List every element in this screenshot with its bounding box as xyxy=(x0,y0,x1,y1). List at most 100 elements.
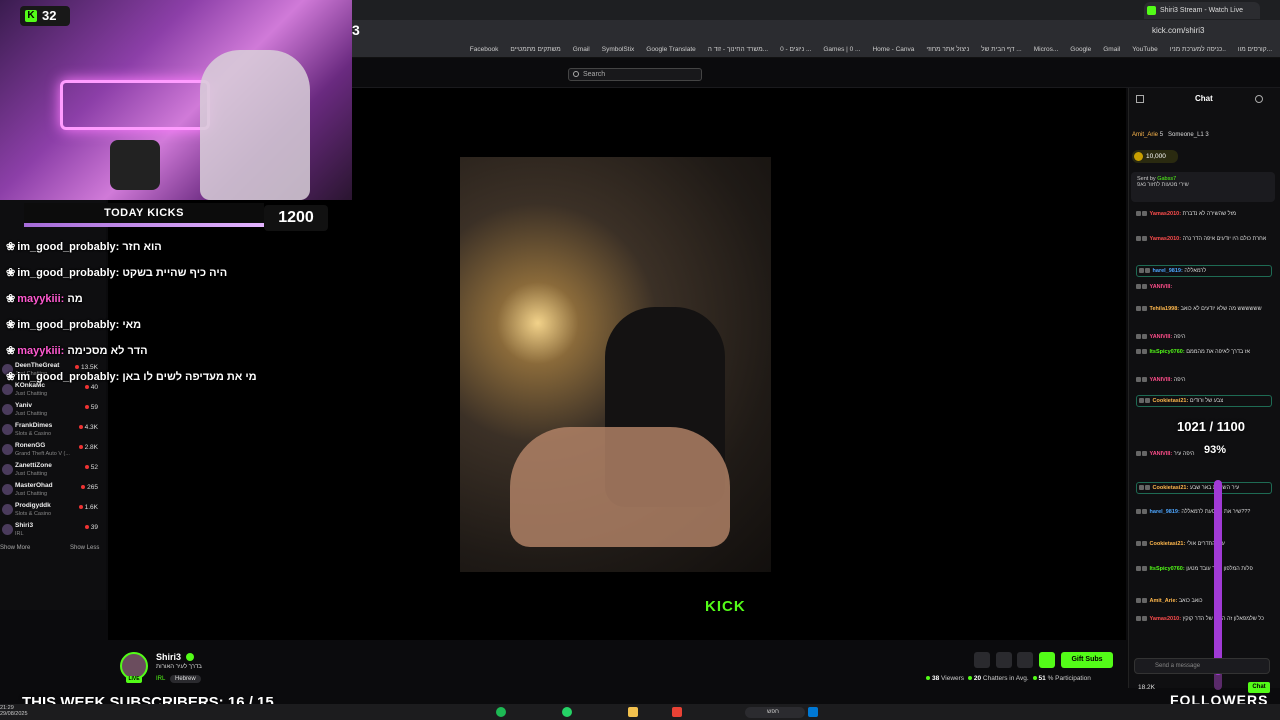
mod-badge-icon xyxy=(1136,541,1141,547)
sidebar-channel[interactable]: Prodigyddk Slots & Casino 1.6K xyxy=(0,502,106,522)
bookmark-item[interactable]: קורסים מוו... xyxy=(1238,42,1272,57)
chat-message[interactable]: YANIVIII: xyxy=(1136,283,1272,291)
chat-username[interactable]: Yamas2010: xyxy=(1150,236,1182,242)
chrome-icon[interactable] xyxy=(672,707,682,717)
language-tag[interactable]: Hebrew xyxy=(170,675,201,683)
plus-icon[interactable] xyxy=(1039,652,1055,668)
chat-username[interactable]: Cookietasi21: xyxy=(1153,398,1189,404)
bookmark-item[interactable]: SymbolStix xyxy=(602,42,635,57)
heart-icon[interactable] xyxy=(1017,652,1033,668)
chat-message[interactable]: ItsSpicy0760: פלות המלפון שלך עובד מטען xyxy=(1136,565,1272,573)
pinned-message[interactable]: Sent by Gabss7 שירי מטעות לחזור נאפ xyxy=(1131,172,1275,202)
chat-text: אז בדרך לאיפה את מהממם xyxy=(1186,349,1250,355)
sidebar-channel[interactable]: KOnkaMc Just Chatting 40 xyxy=(0,382,106,402)
chat-input[interactable]: Send a message xyxy=(1134,658,1270,674)
bookmark-item[interactable]: Micros... xyxy=(1034,42,1059,57)
collapse-chat-icon[interactable] xyxy=(1136,95,1144,103)
windows-start-icon[interactable] xyxy=(808,707,818,717)
chat-message[interactable]: Cookietasi21: צבע של ורודים xyxy=(1136,395,1272,407)
spotify-icon[interactable] xyxy=(496,707,506,717)
bookmark-item[interactable]: Games | 0 ... xyxy=(823,42,860,57)
chat-username: im_good_probably: xyxy=(17,241,120,253)
chat-message[interactable]: Cookietasi21: עיר החדרים אולי xyxy=(1136,540,1272,548)
sidebar-channel[interactable]: ZanettiZone Just Chatting 52 xyxy=(0,462,106,482)
chat-settings-icon[interactable] xyxy=(1255,95,1263,103)
chat-message[interactable]: Cookietasi21: עיר השורות באר שבע xyxy=(1136,482,1272,494)
chat-username[interactable]: Amit_Arie: xyxy=(1150,598,1178,604)
bookmark-item[interactable]: דף הבית של ... xyxy=(981,42,1022,57)
chat-text: מאי xyxy=(122,319,142,331)
channel-category: Just Chatting xyxy=(15,491,48,497)
chat-username[interactable]: harel_9819: xyxy=(1150,509,1180,515)
stream-video[interactable] xyxy=(460,157,771,572)
chat-username[interactable]: Tehila1998: xyxy=(1150,306,1180,312)
channel-name[interactable]: Shiri3 xyxy=(156,652,181,662)
bookmark-item[interactable]: YouTube xyxy=(1132,42,1158,57)
bookmark-item[interactable]: כניסה למערכת מניו.. xyxy=(1170,42,1226,57)
chat-username[interactable]: Yamas2010: xyxy=(1150,616,1182,622)
channel-name: Yaniv xyxy=(15,402,32,409)
bookmark-item[interactable]: ניצול אתר מחוזי xyxy=(926,42,969,57)
chat-text: היפה עיר xyxy=(1173,451,1195,457)
bookmark-item[interactable]: Google xyxy=(1070,42,1091,57)
sidebar-channel[interactable]: RonenGG Grand Theft Auto V (... 2.8K xyxy=(0,442,106,462)
show-less-link[interactable]: Show Less xyxy=(70,545,99,551)
address-bar[interactable] xyxy=(350,20,1280,42)
chat-username[interactable]: YANIVIII: xyxy=(1150,377,1173,383)
chat-message[interactable]: Yamas2010: אחרת כולם היו יודעים איפה הדר… xyxy=(1136,235,1272,243)
chat-message[interactable]: Yamas2010: מזל שהשירה לא נדברת xyxy=(1136,210,1272,218)
bookmark-item[interactable]: ניוגים - 0 ... xyxy=(780,42,811,57)
gifter-name[interactable]: Someone_L1 xyxy=(1168,132,1204,138)
bookmark-item[interactable]: Gmail xyxy=(573,42,590,57)
chat-message[interactable]: harel_9819: לרמאללה xyxy=(1136,265,1272,277)
chat-message[interactable]: ItsSpicy0760: אז בדרך לאיפה את מהממם xyxy=(1136,348,1272,356)
chat-message[interactable]: harel_9819: שיר את הנוסעת לרמאללה??? xyxy=(1136,508,1272,516)
stream-category[interactable]: IRL xyxy=(156,676,165,682)
chat-message[interactable]: Amit_Arie: כואב כואב xyxy=(1136,597,1272,605)
bookmark-item[interactable]: Home - Canva xyxy=(872,42,914,57)
mod-badge-icon xyxy=(1136,306,1141,312)
bookmark-item[interactable]: משתקים מתמטיים xyxy=(510,42,560,57)
chat-text: היפה xyxy=(1173,377,1186,383)
bookmark-item[interactable]: Gmail xyxy=(1103,42,1120,57)
chat-username[interactable]: YANIVIII: xyxy=(1150,451,1173,457)
show-more-link[interactable]: Show More xyxy=(0,545,30,551)
sub-badge-icon xyxy=(1142,566,1147,572)
bookmark-item[interactable]: Google Translate xyxy=(646,42,696,57)
chat-message[interactable]: Yamas2010: כל שלמפאלון זה הולא של הדר קו… xyxy=(1136,615,1272,623)
url-text[interactable]: kick.com/shiri3 xyxy=(1152,26,1204,35)
chat-username[interactable]: Yamas2010: xyxy=(1150,211,1182,217)
bookmark-item[interactable]: Facebook xyxy=(470,42,499,57)
file-explorer-icon[interactable] xyxy=(628,707,638,717)
chat-message[interactable]: Tehila1998: שששששש מה שלא יודעים לא כואב xyxy=(1136,305,1272,313)
chat-username[interactable]: YANIVIII: xyxy=(1150,284,1173,290)
kick-favicon-icon xyxy=(1147,6,1156,15)
sidebar-channel[interactable]: FrankDimes Slots & Casino 4.3K xyxy=(0,422,106,442)
chat-username[interactable]: Cookietasi21: xyxy=(1150,541,1186,547)
clip-icon[interactable] xyxy=(974,652,990,668)
chat-message[interactable]: YANIVIII: היפה xyxy=(1136,333,1272,341)
sub-badge-icon xyxy=(1142,236,1147,242)
chat-text: הוא חזר xyxy=(122,241,162,253)
chat-username[interactable]: ItsSpicy0760: xyxy=(1150,566,1185,572)
taskbar-clock: 21:29 29/08/2025 xyxy=(0,705,28,717)
bell-icon[interactable] xyxy=(996,652,1012,668)
avatar xyxy=(2,444,13,455)
chat-username[interactable]: harel_9819: xyxy=(1153,268,1183,274)
sub-badge-icon xyxy=(1142,598,1147,604)
chat-message[interactable]: YANIVIII: היפה xyxy=(1136,376,1272,384)
whatsapp-icon[interactable] xyxy=(562,707,572,717)
gifter-name[interactable]: Amit_Arie xyxy=(1132,132,1158,138)
sidebar-channel[interactable]: MasterOhad Just Chatting 265 xyxy=(0,482,106,502)
chat-username[interactable]: YANIVIII: xyxy=(1150,334,1173,340)
star-badge-icon: ❀ xyxy=(6,319,16,331)
chat-username[interactable]: Cookietasi21: xyxy=(1153,485,1189,491)
browser-tab-active[interactable]: Shiri3 Stream - Watch Live xyxy=(1144,2,1260,19)
bookmark-item[interactable]: משרד החינוך - זוד ה... xyxy=(708,42,768,57)
search-input[interactable]: Search xyxy=(568,68,702,81)
gift-subs-button[interactable]: Gift Subs xyxy=(1061,652,1113,668)
sidebar-channel[interactable]: Yaniv Just Chatting 59 xyxy=(0,402,106,422)
chat-username[interactable]: ItsSpicy0760: xyxy=(1150,349,1185,355)
taskbar-search[interactable]: חפש xyxy=(745,707,805,718)
sidebar-channel[interactable]: Shiri3 IRL 39 xyxy=(0,522,106,542)
